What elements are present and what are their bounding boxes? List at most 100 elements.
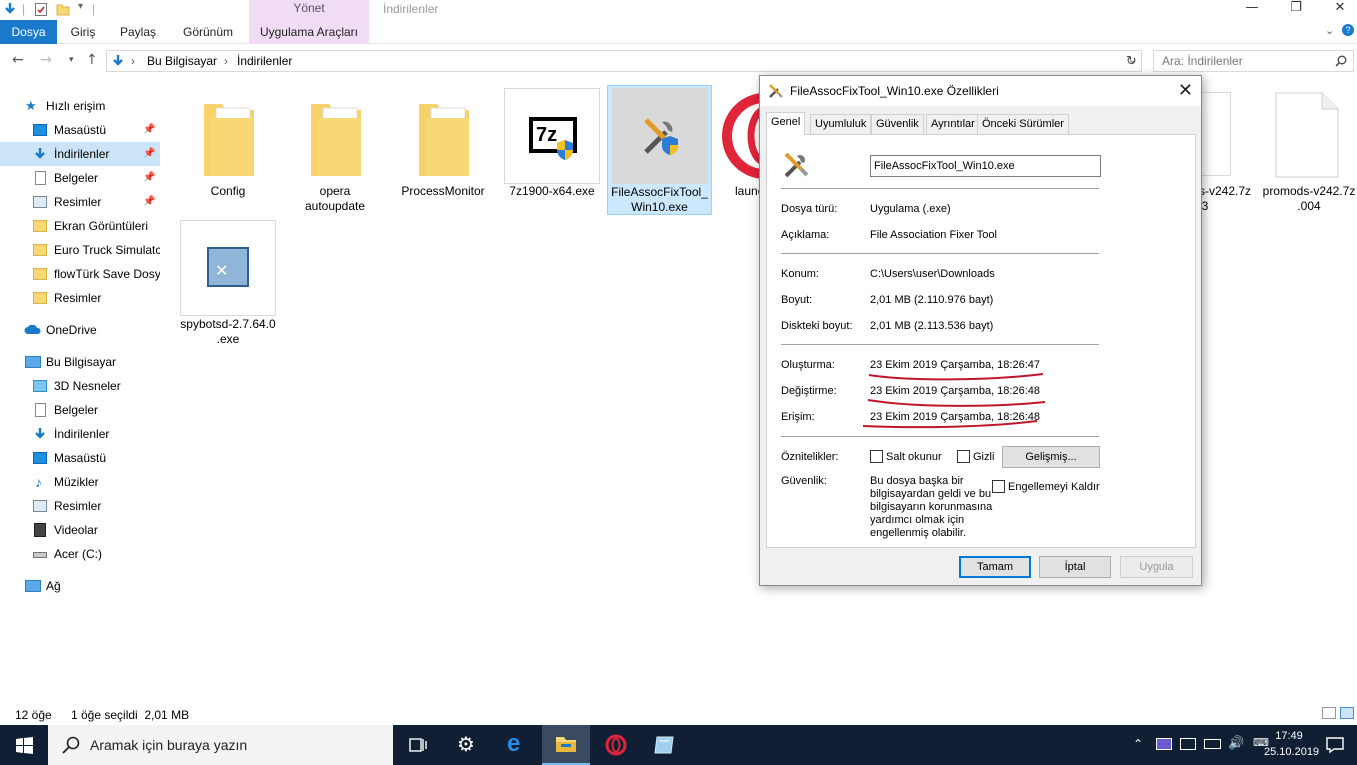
- quick-access-label: Hızlı erişim: [46, 99, 106, 113]
- recent-locations-icon[interactable]: ▾: [69, 55, 74, 65]
- nav-item-network[interactable]: Ağ: [0, 574, 160, 598]
- nav-item-euro-truck[interactable]: Euro Truck Simulatc: [0, 238, 160, 262]
- dialog-title-bar: FileAssocFixTool_Win10.exe Özellikleri ✕: [760, 76, 1201, 106]
- taskbar-app[interactable]: [640, 725, 688, 765]
- advanced-button[interactable]: Gelişmiş...: [1002, 446, 1100, 468]
- nav-item-3d-objects[interactable]: 3D Nesneler: [0, 374, 160, 398]
- up-arrow-icon[interactable]: ↑: [86, 52, 98, 68]
- dialog-tab-previous-versions[interactable]: Önceki Sürümler: [977, 114, 1069, 134]
- taskbar-clock[interactable]: 17:49 25.10.2019: [1264, 728, 1319, 762]
- taskbar-search-box[interactable]: Aramak için buraya yazın: [48, 725, 393, 765]
- task-view-button[interactable]: [394, 725, 442, 765]
- refresh-icon[interactable]: ↻: [1126, 54, 1137, 69]
- battery-icon[interactable]: [1204, 739, 1221, 749]
- apply-button[interactable]: Uygula: [1120, 556, 1193, 578]
- network-status-icon[interactable]: [1180, 738, 1196, 750]
- nav-item-downloads[interactable]: İndirilenler 📌: [0, 142, 160, 166]
- modified-value: 23 Ekim 2019 Çarşamba, 18:26:48: [870, 385, 1040, 397]
- breadcrumb-this-pc[interactable]: Bu Bilgisayar: [147, 54, 217, 68]
- taskbar-settings[interactable]: ⚙: [443, 725, 491, 765]
- breadcrumb-separator: ›: [224, 54, 228, 68]
- nav-item-drive-c[interactable]: Acer (C:): [0, 542, 160, 566]
- nav-item-pc-desktop[interactable]: Masaüstü: [0, 446, 160, 470]
- file-item-launcher[interactable]: launc: [715, 88, 763, 214]
- opera-icon: [605, 734, 627, 756]
- taskbar-search-placeholder: Aramak için buraya yazın: [90, 737, 248, 753]
- volume-icon[interactable]: 🔊: [1228, 736, 1244, 751]
- tab-view[interactable]: Görünüm: [167, 20, 249, 44]
- new-folder-icon[interactable]: [56, 2, 70, 17]
- nav-item-flowturk[interactable]: flowTürk Save Dosy: [0, 262, 160, 286]
- filename-field[interactable]: FileAssocFixTool_Win10.exe: [870, 155, 1101, 177]
- tray-app-icon[interactable]: [1156, 738, 1172, 750]
- dialog-tab-details[interactable]: Ayrıntılar: [926, 114, 980, 134]
- file-item-promods-003[interactable]: s-v242.7z 03: [1201, 88, 1256, 214]
- quick-access[interactable]: ★ Hızlı erişim: [0, 94, 160, 118]
- breadcrumb-downloads[interactable]: İndirilenler: [237, 54, 292, 68]
- tab-application-tools[interactable]: Uygulama Araçları: [249, 20, 369, 44]
- maximize-button[interactable]: ❐: [1276, 0, 1316, 20]
- readonly-checkbox[interactable]: [870, 450, 883, 463]
- nav-item-pc-documents[interactable]: Belgeler: [0, 398, 160, 422]
- minimize-button[interactable]: —: [1232, 0, 1272, 20]
- download-arrow-icon[interactable]: [3, 2, 17, 17]
- tab-share[interactable]: Paylaş: [109, 20, 167, 44]
- large-icons-view-icon[interactable]: [1340, 707, 1354, 719]
- file-item-spybot[interactable]: ✕ spybotsd-2.7.64.0 .exe: [178, 218, 278, 346]
- unblock-checkbox[interactable]: [992, 480, 1005, 493]
- dialog-tab-general[interactable]: Genel: [766, 112, 806, 135]
- nav-item-this-pc[interactable]: Bu Bilgisayar: [0, 350, 160, 374]
- tab-home[interactable]: Giriş: [57, 20, 109, 44]
- chevron-down-icon[interactable]: ⌄: [1325, 24, 1334, 37]
- nav-item-label: Acer (C:): [54, 547, 102, 561]
- nav-item-desktop[interactable]: Masaüstü 📌: [0, 118, 160, 142]
- properties-icon[interactable]: [34, 2, 48, 17]
- tray-overflow-icon[interactable]: ⌃: [1133, 737, 1143, 751]
- 3d-objects-icon: [33, 380, 47, 392]
- nav-item-pictures[interactable]: Resimler 📌: [0, 190, 160, 214]
- dialog-tab-compatibility[interactable]: Uyumluluk: [810, 114, 872, 134]
- dialog-tab-security[interactable]: Güvenlik: [871, 114, 924, 134]
- file-item-opera-autoupdate[interactable]: opera autoupdate: [285, 88, 385, 214]
- size-on-disk-value: 2,01 MB (2.113.536 bayt): [870, 320, 994, 332]
- search-icon[interactable]: [1335, 55, 1347, 67]
- close-window-button[interactable]: ✕: [1320, 0, 1357, 20]
- windows-start-icon[interactable]: [16, 737, 33, 754]
- hidden-checkbox[interactable]: [957, 450, 970, 463]
- details-view-icon[interactable]: [1322, 707, 1336, 719]
- nav-item-resimler-folder[interactable]: Resimler: [0, 286, 160, 310]
- forward-arrow-icon[interactable]: →: [40, 52, 52, 68]
- nav-item-videos[interactable]: Videolar: [0, 518, 160, 542]
- ok-button[interactable]: Tamam: [959, 556, 1031, 578]
- properties-dialog: FileAssocFixTool_Win10.exe Özellikleri ✕…: [759, 75, 1202, 586]
- tab-file[interactable]: Dosya: [0, 20, 57, 44]
- taskbar-file-explorer[interactable]: [542, 725, 590, 765]
- nav-item-screenshots[interactable]: Ekran Görüntüleri: [0, 214, 160, 238]
- help-icon[interactable]: ?: [1342, 24, 1354, 36]
- pin-icon: 📌: [143, 148, 156, 159]
- file-item-processmonitor[interactable]: ProcessMonitor: [393, 88, 493, 214]
- nav-item-label: Masaüstü: [54, 451, 107, 465]
- dialog-close-button[interactable]: ✕: [1178, 80, 1193, 101]
- nav-item-onedrive[interactable]: OneDrive: [0, 318, 160, 342]
- qa-customize-icon[interactable]: ▾: [78, 1, 83, 12]
- cancel-button[interactable]: İptal: [1039, 556, 1111, 578]
- file-item-7zip[interactable]: 7z 7z1900-x64.exe: [502, 88, 602, 214]
- back-arrow-icon[interactable]: ←: [12, 52, 24, 68]
- file-label: spybotsd-2.7.64.0: [180, 317, 276, 331]
- nav-item-pc-downloads[interactable]: İndirilenler: [0, 422, 160, 446]
- file-label: .004: [1297, 199, 1321, 213]
- search-box[interactable]: Ara: İndirilenler: [1153, 50, 1354, 72]
- address-bar[interactable]: › Bu Bilgisayar › İndirilenler ⌄: [106, 50, 1142, 72]
- taskbar-edge[interactable]: e: [493, 725, 541, 765]
- nav-item-documents[interactable]: Belgeler 📌: [0, 166, 160, 190]
- action-center-icon[interactable]: [1326, 736, 1344, 754]
- nav-item-pc-pictures[interactable]: Resimler: [0, 494, 160, 518]
- file-item-fileassocfixtool[interactable]: FileAssocFixTool_ Win10.exe: [607, 85, 712, 215]
- taskbar-opera[interactable]: [592, 725, 640, 765]
- separator: [781, 344, 1099, 345]
- nav-item-music[interactable]: ♪ Müzikler: [0, 470, 160, 494]
- file-item-config[interactable]: Config: [178, 88, 278, 214]
- file-item-promods-004[interactable]: promods-v242.7z .004: [1259, 88, 1357, 214]
- handwritten-underline: [867, 399, 1046, 407]
